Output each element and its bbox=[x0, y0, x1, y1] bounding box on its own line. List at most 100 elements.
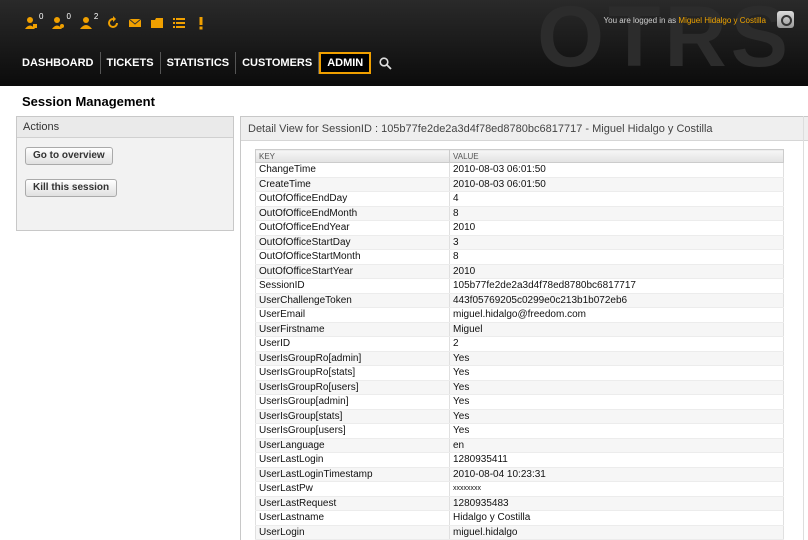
row-value: 105b77fe2de2a3d4f78ed8780bc6817717 bbox=[449, 278, 784, 294]
main-navigation: DASHBOARD TICKETS STATISTICS CUSTOMERS A… bbox=[16, 52, 401, 74]
table-row: UserLastLogin 1280935411 bbox=[255, 452, 784, 468]
row-key: UserLastPw bbox=[255, 481, 450, 497]
row-value: 2010 bbox=[449, 264, 784, 279]
row-key: OutOfOfficeStartYear bbox=[255, 264, 450, 279]
table-row: ChangeTime 2010-08-03 06:01:50 bbox=[255, 162, 784, 178]
table-row: OutOfOfficeStartDay 3 bbox=[255, 235, 784, 250]
row-key: UserIsGroup[stats] bbox=[255, 409, 450, 424]
refresh-button[interactable] bbox=[106, 12, 120, 32]
locked-count: 0 bbox=[39, 12, 44, 21]
person-locked-icon bbox=[25, 17, 37, 29]
row-key: UserIsGroupRo[admin] bbox=[255, 351, 450, 366]
table-row: UserIsGroupRo[stats] Yes bbox=[255, 365, 784, 381]
logout-button[interactable] bbox=[777, 11, 794, 28]
row-value: en bbox=[449, 438, 784, 453]
row-value: 3 bbox=[449, 235, 784, 250]
row-value: 4 bbox=[449, 191, 784, 207]
row-value: Yes bbox=[449, 380, 784, 395]
watched-count: 0 bbox=[66, 12, 71, 21]
row-value: 1280935483 bbox=[449, 496, 784, 511]
nav-admin[interactable]: ADMIN bbox=[319, 52, 372, 74]
column-header-value: VALUE bbox=[449, 149, 784, 163]
row-value: 8 bbox=[449, 206, 784, 221]
table-header-row: KEY VALUE bbox=[255, 149, 784, 163]
row-value: 2010 bbox=[449, 220, 784, 236]
table-row: OutOfOfficeStartYear 2010 bbox=[255, 264, 784, 279]
page-title: Session Management bbox=[22, 94, 155, 109]
actions-panel: Actions Go to overview Kill this session bbox=[16, 116, 234, 231]
go-to-overview-button[interactable]: Go to overview bbox=[25, 147, 113, 165]
nav-search-button[interactable] bbox=[371, 52, 401, 74]
table-row: UserIsGroup[users] Yes bbox=[255, 423, 784, 439]
row-key: OutOfOfficeStartDay bbox=[255, 235, 450, 250]
row-key: UserLanguage bbox=[255, 438, 450, 453]
new-email-button[interactable] bbox=[128, 12, 142, 32]
escalation-view-button[interactable] bbox=[194, 12, 208, 32]
list-icon bbox=[173, 18, 186, 28]
row-key: OutOfOfficeEndDay bbox=[255, 191, 450, 207]
row-value: 2010-08-03 06:01:50 bbox=[449, 177, 784, 192]
row-key: UserLastRequest bbox=[255, 496, 450, 511]
nav-customers[interactable]: CUSTOMERS bbox=[236, 52, 320, 74]
row-key: UserEmail bbox=[255, 307, 450, 323]
watched-tickets-button[interactable]: 0 bbox=[51, 12, 71, 32]
table-row: UserIsGroupRo[users] Yes bbox=[255, 380, 784, 395]
logged-in-text: You are logged in as Miguel Hidalgo y Co… bbox=[604, 16, 766, 25]
row-value: xxxxxxxx bbox=[449, 481, 784, 497]
table-row: UserIsGroup[stats] Yes bbox=[255, 409, 784, 424]
session-detail-panel: Detail View for SessionID : 105b77fe2de2… bbox=[240, 116, 808, 540]
row-value: miguel.hidalgo bbox=[449, 525, 784, 540]
row-key: UserIsGroupRo[stats] bbox=[255, 365, 450, 381]
queue-view-button[interactable] bbox=[150, 12, 164, 32]
nav-dashboard[interactable]: DASHBOARD bbox=[16, 52, 101, 74]
right-panel-edge bbox=[803, 116, 808, 540]
nav-tickets[interactable]: TICKETS bbox=[101, 52, 161, 74]
kill-session-button[interactable]: Kill this session bbox=[25, 179, 118, 197]
responsible-tickets-button[interactable]: 2 bbox=[79, 12, 98, 32]
row-key: UserFirstname bbox=[255, 322, 450, 337]
row-value: Yes bbox=[449, 394, 784, 410]
table-row: UserIsGroup[admin] Yes bbox=[255, 394, 784, 410]
row-key: OutOfOfficeEndYear bbox=[255, 220, 450, 236]
table-row: UserLogin miguel.hidalgo bbox=[255, 525, 784, 540]
table-row: UserEmail miguel.hidalgo@freedom.com bbox=[255, 307, 784, 323]
row-key: UserLogin bbox=[255, 525, 450, 540]
table-row: SessionID 105b77fe2de2a3d4f78ed8780bc6817… bbox=[255, 278, 784, 294]
row-value: 8 bbox=[449, 249, 784, 265]
table-row: UserID 2 bbox=[255, 336, 784, 352]
row-key: OutOfOfficeEndMonth bbox=[255, 206, 450, 221]
row-key: UserLastLogin bbox=[255, 452, 450, 468]
status-view-button[interactable] bbox=[172, 12, 186, 32]
table-row: UserIsGroupRo[admin] Yes bbox=[255, 351, 784, 366]
toolbar: 0 0 2 bbox=[24, 12, 216, 34]
logged-in-prefix: You are logged in as bbox=[603, 16, 677, 25]
row-key: UserIsGroup[users] bbox=[255, 423, 450, 439]
table-row: OutOfOfficeEndDay 4 bbox=[255, 191, 784, 207]
row-key: UserID bbox=[255, 336, 450, 352]
table-row: UserChallengeToken 443f05769205c0299e0c21… bbox=[255, 293, 784, 308]
table-row: UserLastPw xxxxxxxx bbox=[255, 481, 784, 497]
table-row: UserFirstname Miguel bbox=[255, 322, 784, 337]
search-icon bbox=[379, 57, 392, 70]
person-responsible-icon bbox=[79, 17, 92, 29]
row-value: 2 bbox=[449, 336, 784, 352]
column-header-key: KEY bbox=[255, 149, 450, 163]
logged-in-user-link[interactable]: Miguel Hidalgo y Costilla bbox=[678, 16, 766, 25]
row-key: ChangeTime bbox=[255, 162, 450, 178]
actions-panel-header: Actions bbox=[17, 117, 233, 138]
table-row: OutOfOfficeEndYear 2010 bbox=[255, 220, 784, 236]
session-detail-header: Detail View for SessionID : 105b77fe2de2… bbox=[241, 117, 808, 141]
folder-icon bbox=[151, 18, 164, 28]
responsible-count: 2 bbox=[93, 12, 99, 21]
nav-statistics[interactable]: STATISTICS bbox=[161, 52, 237, 74]
row-value: Hidalgo y Costilla bbox=[449, 510, 784, 526]
row-value: Yes bbox=[449, 423, 784, 439]
row-key: UserChallengeToken bbox=[255, 293, 450, 308]
session-data-body: ChangeTime 2010-08-03 06:01:50 CreateTime 2… bbox=[255, 162, 784, 540]
row-value: 2010-08-03 06:01:50 bbox=[449, 162, 784, 178]
row-value: Yes bbox=[449, 365, 784, 381]
table-row: OutOfOfficeStartMonth 8 bbox=[255, 249, 784, 265]
session-data-table: KEY VALUE ChangeTime 2010-08-03 06:01:50 C… bbox=[255, 149, 784, 540]
locked-tickets-button[interactable]: 0 bbox=[24, 12, 43, 32]
table-row: OutOfOfficeEndMonth 8 bbox=[255, 206, 784, 221]
